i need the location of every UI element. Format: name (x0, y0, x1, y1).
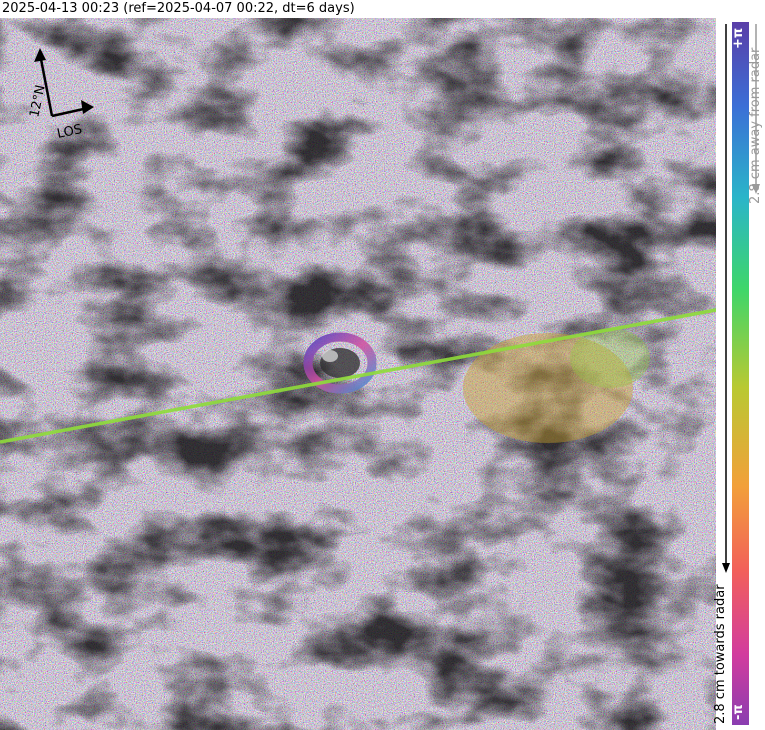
colorbar-bottom-label: -π (731, 704, 746, 720)
away-from-radar-label: 2.8 cm away from radar (748, 47, 763, 204)
image-title: 2025-04-13 00:23 (ref=2025-04-07 00:22, … (2, 1, 355, 16)
colorbar-gradient (732, 22, 749, 725)
towards-radar-label: 2.8 cm towards radar (713, 584, 728, 724)
colorbar: +π -π 2.8 cm away from radar 2.8 cm towa… (713, 18, 765, 730)
towards-arrow-icon (722, 24, 730, 573)
interferogram-map: 12°N LOS (0, 18, 716, 730)
colorbar-top-label: +π (731, 27, 746, 49)
